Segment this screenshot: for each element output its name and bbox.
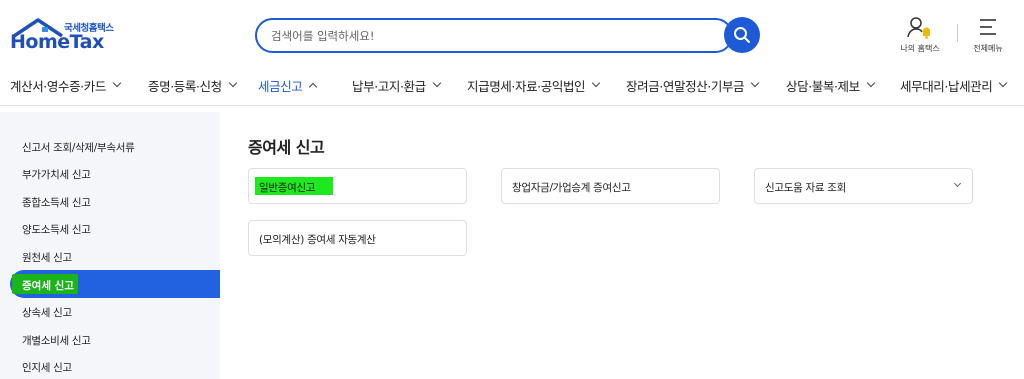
nav-item-label: 지급명세·자료·공익법인	[467, 78, 586, 94]
nav-item-consultation[interactable]: 상담·불복·제보	[786, 74, 875, 96]
chevron-down-icon	[432, 78, 441, 88]
page-title: 증여세 신고	[248, 138, 325, 157]
card-label: (모의계산) 증여세 자동계산	[259, 234, 376, 246]
search-button[interactable]	[724, 17, 760, 53]
nav-item-label: 증명·등록·신청	[148, 78, 222, 94]
card-startup-succession-gift[interactable]: 창업자금/가업승계 증여신고	[501, 168, 720, 204]
nav-item-invoice-receipt-card[interactable]: 계산서·영수증·카드	[10, 74, 122, 96]
sidebar-item-income-tax[interactable]: 종합소득세 신고	[22, 195, 91, 210]
sidebar-item-withholding[interactable]: 원천세 신고	[22, 250, 72, 265]
nav-item-payment-refund[interactable]: 납부·고지·환급	[352, 74, 441, 96]
main-navigation: 계산서·영수증·카드 증명·등록·신청 세금신고 납부·고지·환급 지급명세·자…	[0, 66, 1024, 106]
sidebar-item-gift-tax-label: 증여세 신고	[22, 280, 74, 292]
header-divider	[957, 24, 958, 42]
search-box	[255, 18, 733, 53]
card-general-gift-filing[interactable]: 일반증여신고	[248, 168, 467, 204]
nav-item-label: 세금신고	[258, 78, 303, 94]
card-gift-tax-simulation[interactable]: (모의계산) 증여세 자동계산	[248, 220, 467, 256]
chevron-down-icon	[112, 78, 122, 88]
nav-item-label: 상담·불복·제보	[786, 78, 860, 94]
hamburger-menu-icon	[980, 19, 996, 35]
nav-item-label: 납부·고지·환급	[352, 78, 426, 94]
sidebar-item-excise[interactable]: 개별소비세 신고	[22, 333, 91, 348]
nav-item-incentives-yearend[interactable]: 장려금·연말정산·기부금	[626, 74, 760, 96]
chevron-down-icon	[953, 179, 962, 188]
sidebar-item-capital-gains[interactable]: 양도소득세 신고	[22, 222, 91, 237]
sidebar-item-inheritance[interactable]: 상속세 신고	[22, 305, 72, 320]
search-icon	[734, 27, 750, 43]
header: 국세청홈택스 HomeTax 나의 홈택스 전체메뉴	[0, 0, 1024, 62]
nav-item-label: 세무대리·납세관리	[900, 78, 993, 94]
card-filing-help-lookup[interactable]: 신고도움 자료 조회	[754, 168, 973, 204]
chevron-down-icon	[228, 78, 237, 88]
sidebar-item-vat[interactable]: 부가가치세 신고	[22, 167, 91, 182]
chevron-up-icon	[309, 82, 318, 91]
logo-title: HomeTax	[10, 31, 104, 53]
all-menu-label: 전체메뉴	[973, 44, 1003, 53]
card-label: 창업자금/가업승계 증여신고	[512, 182, 631, 194]
hometax-logo[interactable]: 국세청홈택스 HomeTax	[10, 16, 120, 58]
my-hometax-button[interactable]: 나의 홈택스	[890, 16, 950, 58]
user-bell-icon	[907, 17, 930, 39]
chevron-down-icon	[866, 78, 875, 88]
nav-item-label: 장려금·연말정산·기부금	[626, 78, 745, 94]
card-label: 일반증여신고	[259, 182, 316, 194]
search-input[interactable]	[271, 27, 711, 45]
sidebar-item-stamp-tax[interactable]: 인지세 신고	[22, 360, 72, 375]
sidebar-item-report-inquiry[interactable]: 신고서 조회/삭제/부속서류	[22, 140, 135, 155]
nav-item-label: 계산서·영수증·카드	[10, 78, 106, 94]
nav-item-payment-statements[interactable]: 지급명세·자료·공익법인	[467, 74, 601, 96]
chevron-down-icon	[591, 78, 601, 88]
my-hometax-label: 나의 홈택스	[900, 44, 940, 53]
card-label: 신고도움 자료 조회	[765, 182, 846, 194]
chevron-down-icon	[750, 78, 760, 88]
nav-item-tax-filing[interactable]: 세금신고	[253, 74, 329, 96]
chevron-down-icon	[999, 78, 1008, 88]
nav-item-certificate-registration[interactable]: 증명·등록·신청	[148, 74, 237, 96]
nav-item-tax-agent[interactable]: 세무대리·납세관리	[900, 74, 1008, 96]
all-menu-button[interactable]: 전체메뉴	[962, 16, 1014, 58]
